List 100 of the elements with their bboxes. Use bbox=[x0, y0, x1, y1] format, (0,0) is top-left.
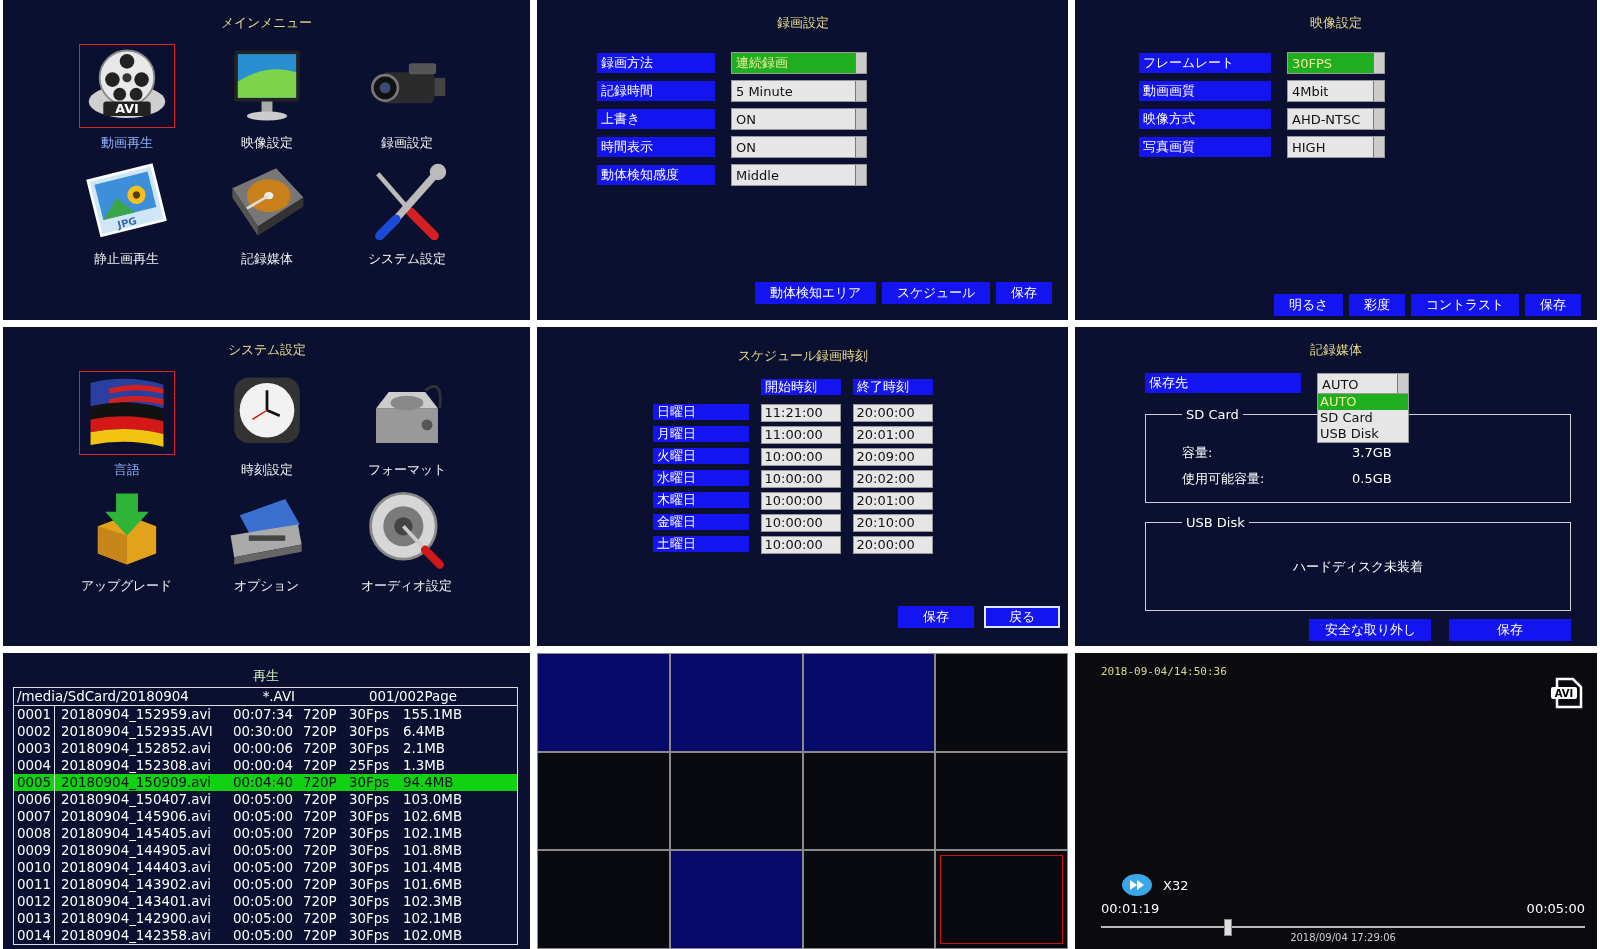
menu-label[interactable]: 時刻設定 bbox=[240, 461, 293, 479]
dropdown[interactable]: HIGH bbox=[1287, 136, 1385, 158]
time-field[interactable]: 10:00:00 bbox=[760, 492, 841, 510]
camera-tile[interactable] bbox=[802, 751, 936, 851]
table-cell-text: 00:05:00 bbox=[232, 910, 295, 927]
camera-tile[interactable] bbox=[669, 751, 803, 851]
button[interactable]: スケジュール bbox=[882, 282, 990, 304]
camera-tile[interactable] bbox=[537, 653, 670, 752]
flag-icon[interactable] bbox=[78, 371, 175, 455]
table-row[interactable]: 0012 20180904_143401.avi 00:05:00 720P 30Fps 102.3MB bbox=[14, 893, 517, 910]
menu-label[interactable]: 静止画再生 bbox=[94, 250, 159, 268]
camera-tile[interactable] bbox=[802, 653, 936, 752]
table-cell-text: 102.6MB bbox=[402, 808, 464, 825]
progress-thumb[interactable] bbox=[1223, 919, 1232, 936]
table-cell-text: 720P bbox=[302, 723, 338, 740]
fast-forward-icon[interactable] bbox=[1121, 873, 1153, 897]
table-cell-text: 20180904_144403.avi bbox=[60, 859, 213, 876]
table-cell-text: 20180904_142358.avi bbox=[60, 927, 213, 944]
menu-label[interactable]: オプション bbox=[234, 577, 299, 595]
time-field[interactable]: 11:00:00 bbox=[760, 426, 841, 444]
table-cell-text: 30Fps bbox=[348, 859, 391, 876]
time-field[interactable]: 20:00:00 bbox=[852, 536, 933, 554]
table-row[interactable]: 0008 20180904_145405.avi 00:05:00 720P 30Fps 102.1MB bbox=[14, 825, 517, 842]
button[interactable]: 保存 bbox=[1525, 294, 1581, 316]
menu-label[interactable]: 録画設定 bbox=[380, 134, 433, 152]
camera-tile[interactable] bbox=[935, 850, 1068, 949]
table-cell-text: 720P bbox=[302, 842, 338, 859]
button[interactable]: 保存 bbox=[898, 606, 974, 628]
camera-tile[interactable] bbox=[669, 850, 803, 949]
table-cell-text: 20180904_143902.avi bbox=[60, 876, 213, 893]
table-row[interactable]: 0007 20180904_145906.avi 00:05:00 720P 30Fps 102.6MB bbox=[14, 808, 517, 825]
table-row[interactable]: 0010 20180904_144403.avi 00:05:00 720P 30Fps 101.4MB bbox=[14, 859, 517, 876]
dropdown[interactable]: ON bbox=[731, 136, 867, 158]
camera-tile[interactable] bbox=[669, 653, 803, 752]
time-field[interactable]: 20:02:00 bbox=[852, 470, 933, 488]
time-field[interactable]: 20:00:00 bbox=[852, 404, 933, 422]
table-row[interactable]: 0009 20180904_144905.avi 00:05:00 720P 30Fps 101.8MB bbox=[14, 842, 517, 859]
button[interactable]: 彩度 bbox=[1349, 294, 1405, 316]
table-cell-text: 00:05:00 bbox=[232, 927, 295, 944]
dropdown[interactable]: AHD-NTSC bbox=[1287, 108, 1385, 130]
table-cell-text: 720P bbox=[302, 740, 338, 757]
dropdown[interactable]: 4Mbit bbox=[1287, 80, 1385, 102]
table-cell-text: 30Fps bbox=[348, 791, 391, 808]
button[interactable]: 保存 bbox=[1449, 619, 1571, 641]
info-value: 3.7GB bbox=[1352, 444, 1393, 462]
menu-label[interactable]: 動画再生 bbox=[100, 134, 153, 152]
menu-label[interactable]: 言語 bbox=[113, 461, 140, 479]
dropdown-option[interactable]: SD Card bbox=[1318, 410, 1408, 426]
time-field[interactable]: 10:00:00 bbox=[760, 514, 841, 532]
time-field[interactable]: 11:21:00 bbox=[760, 404, 841, 422]
table-row[interactable]: 0014 20180904_142358.avi 00:05:00 720P 30Fps 102.0MB bbox=[14, 927, 517, 944]
table-row[interactable]: 0002 20180904_152935.AVI 00:30:00 720P 30Fps 6.4MB bbox=[14, 723, 517, 740]
menu-label[interactable]: フォーマット bbox=[367, 461, 446, 479]
table-cell-text: 2.1MB bbox=[402, 740, 447, 757]
time-field[interactable]: 10:00:00 bbox=[760, 536, 841, 554]
table-row[interactable]: 0013 20180904_142900.avi 00:05:00 720P 30Fps 102.1MB bbox=[14, 910, 517, 927]
button[interactable]: 動体検知エリア bbox=[755, 282, 876, 304]
day-label: 土曜日 bbox=[652, 536, 749, 552]
elapsed-time: 00:01:19 bbox=[1101, 901, 1160, 916]
table-cell-text: 720P bbox=[302, 791, 338, 808]
time-field[interactable]: 10:00:00 bbox=[760, 448, 841, 466]
table-row[interactable]: 0001 20180904_152959.avi 00:07:34 720P 30Fps 155.1MB bbox=[14, 706, 517, 723]
table-row[interactable]: 0005 20180904_150909.avi 00:04:40 720P 30Fps 94.4MB bbox=[14, 774, 517, 791]
button[interactable]: 明るさ bbox=[1274, 294, 1343, 316]
camera-tile[interactable] bbox=[935, 653, 1068, 752]
dropdown[interactable]: AUTO bbox=[1317, 373, 1409, 395]
day-label: 金曜日 bbox=[652, 514, 749, 530]
table-row[interactable]: 0006 20180904_150407.avi 00:05:00 720P 30Fps 103.0MB bbox=[14, 791, 517, 808]
button[interactable]: 戻る bbox=[984, 606, 1060, 628]
table-cell-text: 30Fps bbox=[348, 825, 391, 842]
camera-tile[interactable] bbox=[935, 751, 1068, 851]
menu-label[interactable]: システム設定 bbox=[367, 250, 446, 268]
button[interactable]: コントラスト bbox=[1411, 294, 1519, 316]
time-field[interactable]: 20:01:00 bbox=[852, 426, 933, 444]
button[interactable]: 保存 bbox=[996, 282, 1052, 304]
info-value: 0.5GB bbox=[1352, 470, 1393, 488]
dropdown[interactable]: 5 Minute bbox=[731, 80, 867, 102]
time-field[interactable]: 20:09:00 bbox=[852, 448, 933, 466]
time-field[interactable]: 20:10:00 bbox=[852, 514, 933, 532]
film-reel-icon[interactable]: AVI bbox=[78, 44, 175, 128]
camera-tile[interactable] bbox=[537, 850, 670, 949]
time-field[interactable]: 10:00:00 bbox=[760, 470, 841, 488]
camera-tile[interactable] bbox=[802, 850, 936, 949]
dropdown[interactable]: ON bbox=[731, 108, 867, 130]
menu-label[interactable]: オーディオ設定 bbox=[361, 577, 452, 595]
menu-label[interactable]: アップグレード bbox=[81, 577, 172, 595]
dropdown[interactable]: Middle bbox=[731, 164, 867, 186]
button[interactable]: 安全な取り外し bbox=[1309, 619, 1431, 641]
table-row[interactable]: 0011 20180904_143902.avi 00:05:00 720P 30Fps 101.6MB bbox=[14, 876, 517, 893]
column-header: 終了時刻 bbox=[852, 379, 933, 395]
menu-label[interactable]: 記録媒体 bbox=[240, 250, 293, 268]
menu-label[interactable]: 映像設定 bbox=[240, 134, 293, 152]
date-label: 2018/09/04 17:29:06 bbox=[1289, 932, 1397, 943]
panel-title: 映像設定 bbox=[1310, 14, 1362, 32]
table-row[interactable]: 0003 20180904_152852.avi 00:00:06 720P 30Fps 2.1MB bbox=[14, 740, 517, 757]
time-field[interactable]: 20:01:00 bbox=[852, 492, 933, 510]
camera-tile[interactable] bbox=[537, 751, 670, 851]
table-cell-text: 30Fps bbox=[348, 927, 391, 944]
table-cell-text: 720P bbox=[302, 774, 338, 791]
dropdown-option[interactable]: USB Disk bbox=[1318, 426, 1408, 442]
